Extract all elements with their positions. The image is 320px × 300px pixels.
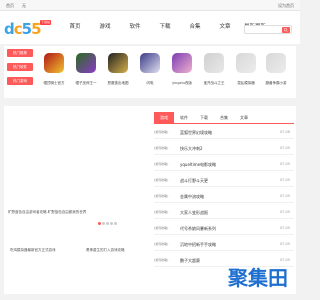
watermark-text: 聚集田 <box>227 266 288 290</box>
game-thumbnail[interactable] <box>140 53 160 73</box>
list-item[interactable]: [游戏攻略] 快乐大冲刺2 07-05 <box>154 142 294 155</box>
search-box <box>244 25 292 44</box>
news-tabs: 游戏 软件 下载 合集 文章 <box>154 112 294 124</box>
item-title[interactable]: yqueltime电影攻略 <box>180 162 216 168</box>
item-title[interactable]: 蓝狐世界幻境攻略 <box>180 130 212 136</box>
item-tag: [游戏攻略] <box>154 162 169 166</box>
tab-games[interactable]: 游戏 <box>154 112 174 124</box>
banner-caption[interactable]: 旷野蓝色自由游戏者攻略-旷野蓝色自由都我的世界 <box>8 210 86 215</box>
item-date: 07-05 <box>279 178 290 182</box>
item-title[interactable]: 大家人变形战报 <box>180 210 208 216</box>
item-tag: [游戏攻略] <box>154 210 169 214</box>
item-tag: [游戏攻略] <box>154 130 169 134</box>
carousel-dot[interactable] <box>110 222 113 225</box>
list-item[interactable]: [游戏攻略] 大家人变形战报 07-05 <box>154 206 294 219</box>
bottom-caption-left[interactable]: 吃鸡模拟器最新官方正式游戏 <box>10 248 56 253</box>
list-item[interactable]: [游戏攻略] 沉地中招新手手攻略 07-05 <box>154 238 294 251</box>
item-title[interactable]: 快乐大冲刺2 <box>180 146 203 152</box>
game-label[interactable]: 帽子巫师王一 <box>72 81 100 86</box>
search-icon[interactable] <box>282 27 290 33</box>
nav-articles[interactable]: 文章 <box>210 11 240 44</box>
side-tab-recommended[interactable]: 热门推荐 <box>7 49 33 57</box>
game-label[interactable]: 宝开战斗之王 <box>200 81 228 86</box>
watermark-logo: 聚集田 <box>227 266 288 290</box>
list-item[interactable]: [游戏攻略] yqueltime电影攻略 07-05 <box>154 158 294 171</box>
game-label[interactable]: yingxiu改版 <box>168 81 196 86</box>
nav-software[interactable]: 软件 <box>120 11 150 44</box>
item-date: 07-05 <box>279 226 290 230</box>
item-title[interactable]: 代号杀娘风暴新系列 <box>180 226 216 232</box>
item-title[interactable]: 金属中流攻略 <box>180 194 204 200</box>
item-date: 07-05 <box>279 162 290 166</box>
news-list: 游戏 软件 下载 合集 文章 [游戏攻略] 蓝狐世界幻境攻略 07-06 [游戏攻略]… <box>154 112 294 288</box>
item-tag: [游戏攻略] <box>154 194 169 198</box>
item-title[interactable]: 鹏子大超赛 <box>180 258 200 264</box>
logo-badge: 下载站 <box>39 20 51 25</box>
top-bar: 首页 无 设为首页 <box>0 0 300 11</box>
carousel-dot[interactable] <box>102 222 105 225</box>
set-homepage-link[interactable]: 设为首页 <box>278 3 294 9</box>
item-date: 07-05 <box>279 258 290 262</box>
carousel-dots <box>98 210 118 229</box>
item-date: 07-05 <box>279 210 290 214</box>
item-title[interactable]: 战斗打野斗天更 <box>180 178 208 184</box>
game-thumbnail[interactable] <box>76 53 96 73</box>
nav-home[interactable]: 首页 <box>60 11 90 44</box>
game-thumbnail[interactable] <box>172 53 192 73</box>
list-item[interactable]: [游戏攻略] 蓝狐世界幻境攻略 07-06 <box>154 126 294 139</box>
item-tag: [游戏攻略] <box>154 178 169 182</box>
nav-download[interactable]: 下载 <box>150 11 180 44</box>
item-date: 07-05 <box>279 194 290 198</box>
item-date: 07-06 <box>279 130 290 134</box>
carousel-dot[interactable] <box>106 222 109 225</box>
featured-panel: 热门推荐 热门软件 热门游戏 帽顶骑士官方 帽子巫师王一 恶魔逃出地图 闪电 yingx… <box>4 46 296 98</box>
item-tag: [游戏攻略] <box>154 258 169 262</box>
tab-download[interactable]: 下载 <box>194 112 214 124</box>
carousel-dot[interactable] <box>98 222 101 225</box>
game-label[interactable]: 闪电 <box>136 81 164 86</box>
game-label[interactable]: 恶魔逃出地图 <box>104 81 132 86</box>
tab-articles[interactable]: 文章 <box>234 112 254 124</box>
nav-games[interactable]: 游戏 <box>90 11 120 44</box>
tab-software[interactable]: 软件 <box>174 112 194 124</box>
item-tag: [游戏攻略] <box>154 226 169 230</box>
site-logo[interactable]: dc55 下载站 <box>4 19 51 39</box>
game-thumbnail[interactable] <box>236 53 256 73</box>
game-thumbnail[interactable] <box>44 53 64 73</box>
game-label[interactable]: 帽顶骑士官方 <box>40 81 68 86</box>
list-item[interactable]: [游戏攻略] 战斗打野斗天更 07-05 <box>154 174 294 187</box>
topbar-nav-link[interactable]: 无 <box>22 3 26 9</box>
tab-collection[interactable]: 合集 <box>214 112 234 124</box>
item-tag: [游戏攻略] <box>154 242 169 246</box>
bottom-caption-right[interactable]: 黑神重生的打入游戏攻略 <box>86 248 125 253</box>
topbar-home-link[interactable]: 首页 <box>6 3 14 9</box>
side-tab-software[interactable]: 热门软件 <box>7 63 33 71</box>
item-date: 07-05 <box>279 146 290 150</box>
item-title[interactable]: 沉地中招新手手攻略 <box>180 242 216 248</box>
game-label[interactable]: 混乱模拟器 <box>232 81 260 86</box>
banner-carousel[interactable]: 旷野蓝色自由游戏者攻略-旷野蓝色自由都我的世界 <box>6 116 154 256</box>
search-input[interactable] <box>245 36 281 44</box>
game-label[interactable]: 魔兽争霸小游 <box>262 81 290 86</box>
list-item[interactable]: [游戏攻略] 代号杀娘风暴新系列 07-05 <box>154 222 294 235</box>
carousel-dot[interactable] <box>114 222 117 225</box>
list-item[interactable]: [游戏攻略] 金属中流攻略 07-05 <box>154 190 294 203</box>
nav-collection[interactable]: 合集 <box>180 11 210 44</box>
game-thumbnail[interactable] <box>108 53 128 73</box>
game-thumbnail[interactable] <box>266 53 286 73</box>
item-date: 07-05 <box>279 242 290 246</box>
side-tab-games[interactable]: 热门游戏 <box>7 77 33 85</box>
game-thumbnail[interactable] <box>204 53 224 73</box>
item-tag: [游戏攻略] <box>154 146 169 150</box>
